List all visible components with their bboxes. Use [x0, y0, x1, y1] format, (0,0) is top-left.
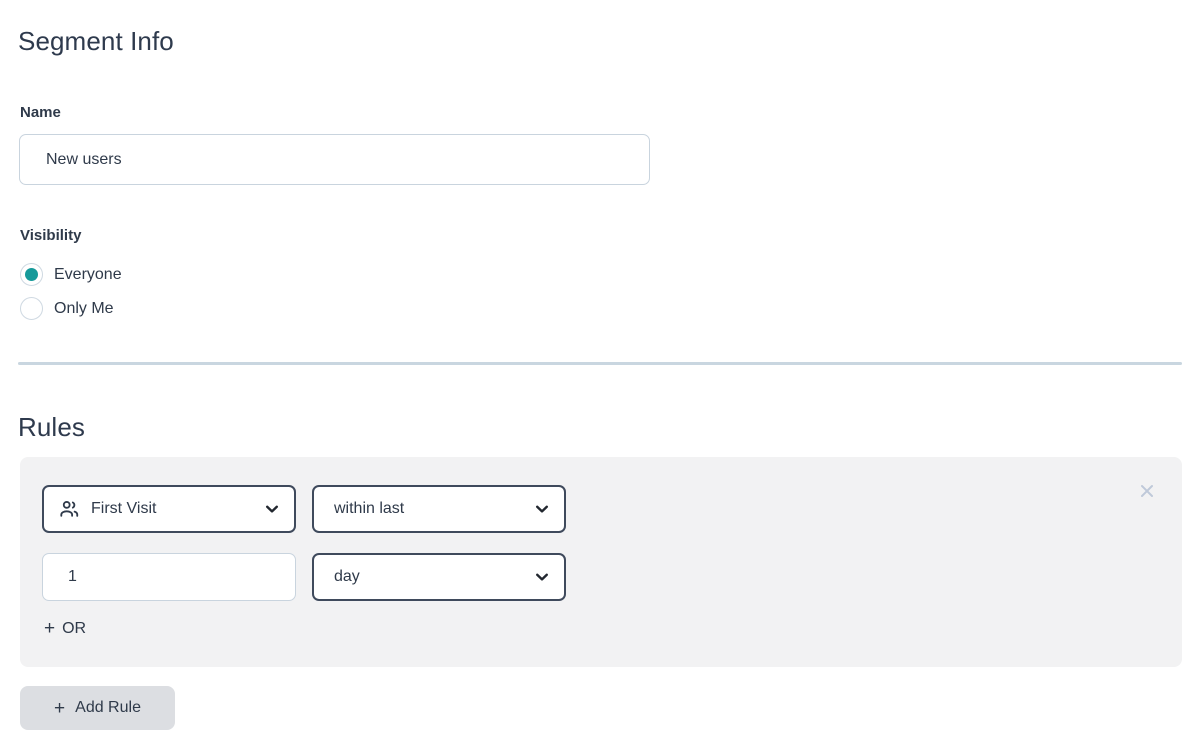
visibility-label: Visibility — [20, 227, 82, 244]
rules-title: Rules — [18, 412, 85, 442]
chevron-down-icon — [534, 569, 550, 585]
rule-card: First Visit within last day — [20, 457, 1182, 667]
add-or-condition-label: OR — [62, 619, 87, 637]
rule-unit-select[interactable]: day — [312, 553, 566, 601]
visibility-option-everyone[interactable]: Everyone — [20, 263, 122, 286]
add-or-condition-button[interactable]: + OR — [42, 615, 88, 642]
users-icon — [58, 498, 80, 520]
visibility-option-only-me[interactable]: Only Me — [20, 297, 114, 320]
visibility-option-label: Only Me — [54, 299, 114, 317]
name-label: Name — [20, 104, 61, 121]
segment-editor-page: Segment Info Name Visibility Everyone On… — [0, 0, 1201, 741]
rule-operator-value: within last — [334, 500, 405, 517]
visibility-option-label: Everyone — [54, 265, 122, 283]
plus-icon: + — [44, 618, 56, 639]
radio-unselected-icon — [20, 297, 43, 320]
add-rule-button[interactable]: + Add Rule — [20, 686, 175, 730]
rule-field-value: First Visit — [91, 500, 157, 517]
chevron-down-icon — [264, 501, 280, 517]
rule-operator-select[interactable]: within last — [312, 485, 566, 533]
segment-name-input[interactable] — [19, 134, 650, 185]
rule-amount-input[interactable] — [42, 553, 296, 601]
rule-field-select[interactable]: First Visit — [42, 485, 296, 533]
page-title: Segment Info — [18, 26, 174, 56]
radio-selected-icon — [20, 263, 43, 286]
add-rule-label: Add Rule — [75, 699, 141, 716]
remove-rule-button[interactable] — [1134, 479, 1160, 505]
close-icon — [1137, 481, 1157, 504]
rule-unit-value: day — [334, 568, 360, 585]
plus-icon: + — [54, 697, 66, 719]
chevron-down-icon — [534, 501, 550, 517]
section-divider — [18, 362, 1182, 365]
